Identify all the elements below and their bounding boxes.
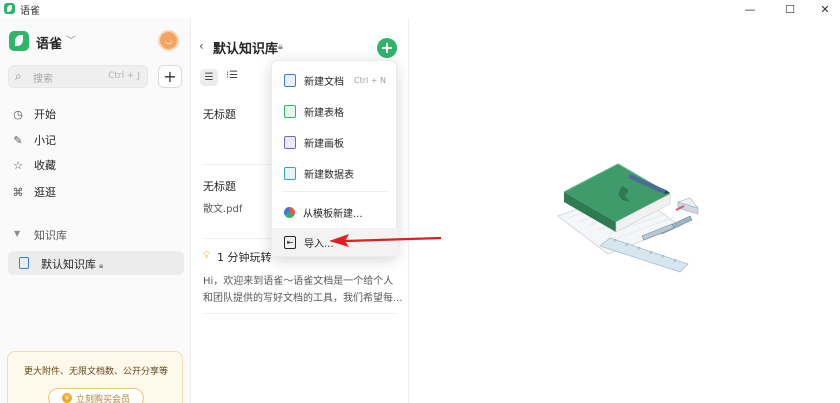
coin-icon: ¥: [61, 393, 72, 403]
create-menu: 新建文档 Ctrl + N 新建表格 新建画板 新建数据表 从模板新建... ⇤…: [271, 60, 398, 257]
annotation-arrow: [329, 234, 442, 247]
nav-label: 小记: [34, 134, 56, 147]
buy-membership-label: 立刻购买会员: [75, 394, 130, 403]
promo-text: 更大附件、无限文档数、公开分享等: [23, 367, 168, 377]
membership-promo: 更大附件、无限文档数、公开分享等 ¥ 立刻购买会员: [7, 351, 183, 403]
nav-item-favorites[interactable]: ☆ 收藏: [10, 155, 180, 175]
divider: [203, 313, 397, 314]
menu-item-label: 从模板新建...: [303, 208, 363, 220]
section-title-knowledge-base[interactable]: 知识库: [34, 227, 67, 243]
search-input[interactable]: ⌕ 搜索 Ctrl + J: [8, 65, 148, 88]
window-title: 语雀: [20, 6, 40, 17]
import-icon: ⇤: [284, 235, 296, 249]
sidebar: 语雀 ﹀ ◡ ⌕ 搜索 Ctrl + J + ◷ 开始 ✎ 小记 ☆ 收藏 ⌘ …: [0, 18, 191, 403]
feather-icon: ✎: [13, 133, 23, 147]
yuque-logo-icon[interactable]: [9, 31, 29, 51]
tip-body-line: 和团队提供的写好文档的工具，我们希望每...: [203, 293, 403, 304]
kb-label: 默认知识库: [41, 258, 96, 271]
menu-item-new-doc[interactable]: 新建文档 Ctrl + N: [272, 66, 398, 94]
nav-item-start[interactable]: ◷ 开始: [10, 104, 180, 124]
nav-label: 开始: [34, 108, 56, 121]
brand-name[interactable]: 语雀: [36, 33, 62, 52]
grid-icon: ⌘: [12, 185, 24, 199]
menu-item-from-template[interactable]: 从模板新建...: [272, 198, 398, 226]
menu-item-shortcut: Ctrl + N: [353, 75, 386, 85]
nav-label: 收藏: [34, 159, 56, 172]
back-arrow-icon[interactable]: ‹: [199, 39, 204, 53]
doc-icon: [284, 73, 296, 87]
chevron-down-icon[interactable]: ﹀: [66, 32, 76, 47]
create-new-button[interactable]: +: [377, 38, 397, 58]
clock-icon: ◷: [13, 107, 23, 121]
page-title: 默认知识库: [213, 42, 279, 57]
menu-item-new-datatable[interactable]: 新建数据表: [272, 159, 398, 187]
buy-membership-button[interactable]: ¥ 立刻购买会员: [48, 388, 144, 403]
search-placeholder: 搜索: [33, 74, 53, 85]
list-item[interactable]: 无标题: [203, 106, 236, 122]
add-button[interactable]: +: [158, 65, 182, 88]
list-view-icon[interactable]: ☰: [200, 69, 218, 86]
lock-icon: 🔒︎: [99, 261, 104, 270]
empty-state-illustration: [556, 163, 699, 273]
annotation-arrow-shaft: [344, 236, 442, 243]
caret-down-icon[interactable]: ▼: [14, 229, 20, 238]
yuque-logo-icon: [4, 3, 15, 14]
book-icon: [19, 257, 29, 269]
menu-item-label: 新建文档: [304, 76, 344, 88]
nav-item-notes[interactable]: ✎ 小记: [10, 130, 180, 150]
menu-divider: [282, 191, 388, 192]
list-item-subtitle[interactable]: 散文.pdf: [203, 200, 242, 215]
search-icon: ⌕: [15, 69, 22, 83]
menu-item-label: 新建数据表: [304, 169, 354, 181]
minimize-button[interactable]: —: [735, 0, 765, 18]
kb-label-wrap: 默认知识库 🔒︎: [41, 256, 103, 272]
list-item[interactable]: 无标题: [203, 178, 236, 194]
title-bar: 语雀 — ☐ ✕: [0, 0, 840, 18]
outline-view-icon[interactable]: ⁝☰: [226, 70, 238, 81]
lock-icon: 🔒︎: [278, 42, 283, 52]
maximize-button[interactable]: ☐: [775, 0, 805, 18]
menu-item-new-sheet[interactable]: 新建表格: [272, 97, 398, 125]
close-button[interactable]: ✕: [810, 0, 840, 18]
datatable-icon: [284, 166, 296, 180]
board-icon: [284, 135, 296, 149]
menu-item-new-board[interactable]: 新建画板: [272, 128, 398, 156]
avatar[interactable]: ◡: [158, 30, 179, 51]
sheet-icon: [284, 104, 296, 118]
menu-item-label: 新建表格: [304, 107, 344, 119]
nav-label: 逛逛: [34, 186, 56, 199]
sidebar-item-default-kb[interactable]: 默认知识库 🔒︎: [8, 251, 184, 275]
menu-item-label: 新建画板: [304, 138, 344, 150]
tip-body-line: Hi，欢迎来到语雀～语雀文档是一个给个人: [203, 276, 394, 287]
nav-item-explore[interactable]: ⌘ 逛逛: [10, 182, 180, 202]
template-icon: [284, 206, 295, 218]
search-shortcut: Ctrl + J: [108, 71, 140, 81]
tip-title[interactable]: 1 分钟玩转: [217, 249, 272, 265]
bulb-icon: 💡︎: [203, 250, 210, 261]
star-icon: ☆: [13, 158, 23, 172]
